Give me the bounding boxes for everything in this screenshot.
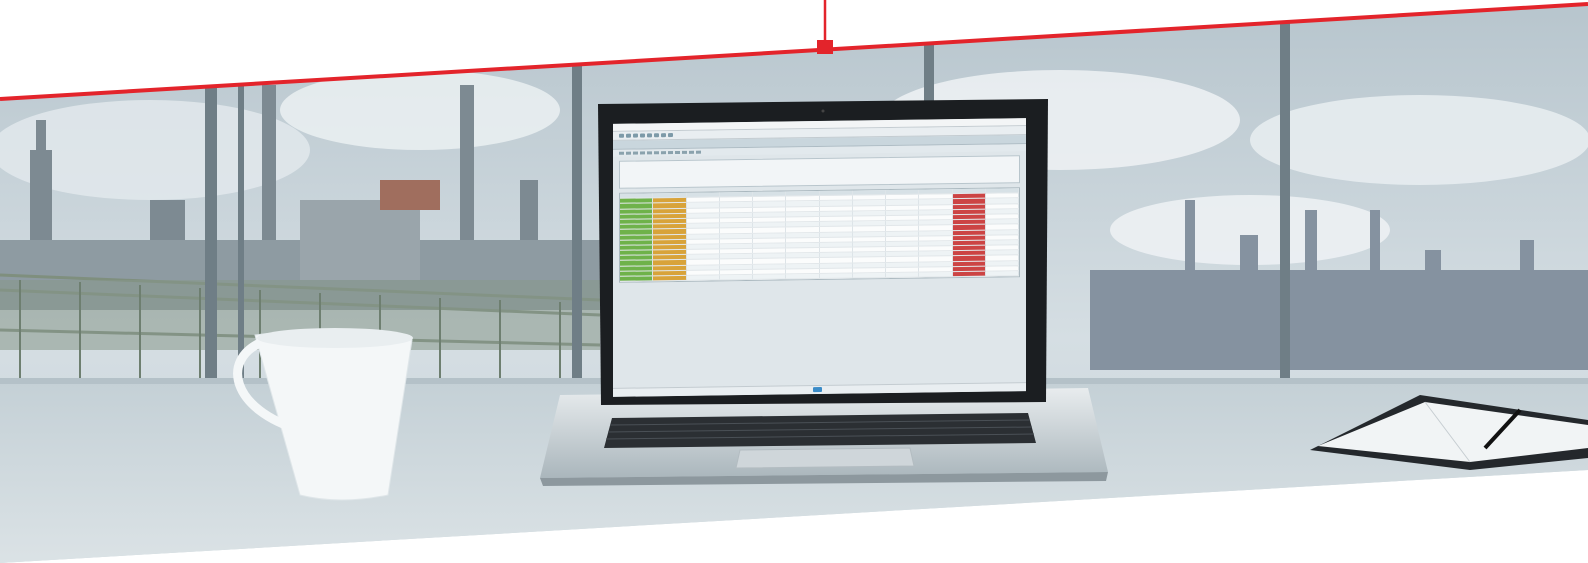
toolbar-icon [619,133,624,138]
toolbar-icon [626,133,631,138]
selection-panel [619,155,1020,189]
keyboard [604,413,1036,448]
toolbar-icon [668,133,673,138]
sap-logo-icon [813,386,822,393]
toolbar-icon [633,133,638,138]
toolbar-icon [640,133,645,138]
laptop-screen [613,118,1026,397]
toolbar-icon [647,133,652,138]
accent-marker [817,40,833,54]
toolbar-icon [661,133,666,138]
data-grid [619,187,1020,283]
office-scene [0,0,1588,563]
toolbar-icon [654,133,659,138]
trackpad [735,447,915,469]
